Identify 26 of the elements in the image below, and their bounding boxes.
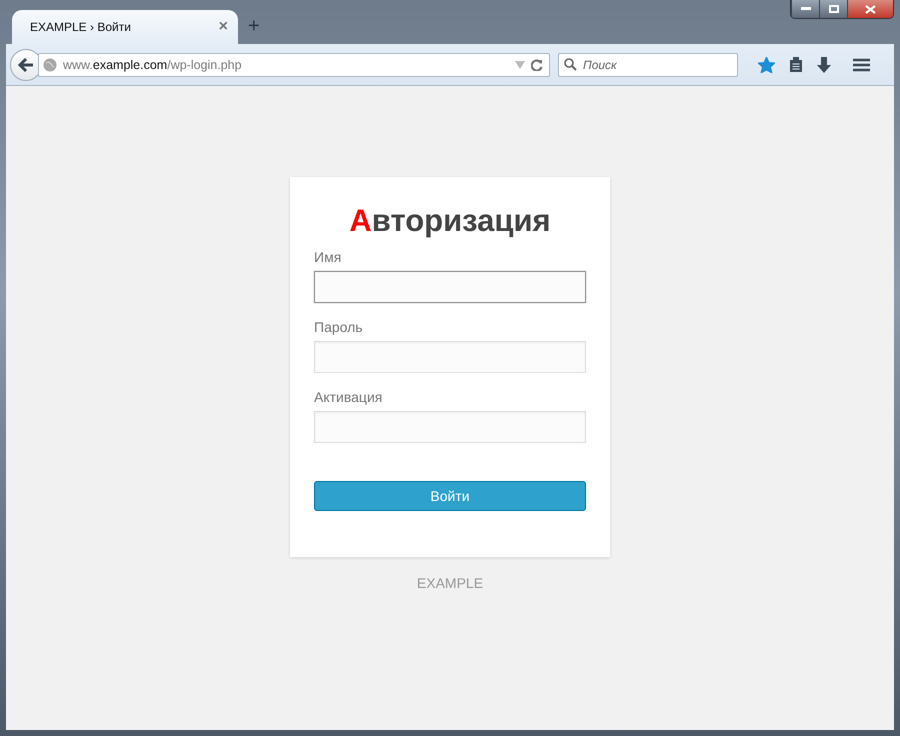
search-field[interactable]: Поиск: [558, 52, 738, 76]
back-arrow-icon: [18, 58, 34, 72]
minimize-icon: [800, 7, 810, 11]
login-title: Авторизация: [348, 203, 552, 239]
search-icon: [564, 58, 577, 70]
footer-text: EXAMPLE: [416, 575, 484, 591]
field-label: Активация: [314, 389, 384, 405]
minimize-button[interactable]: [791, 0, 819, 18]
browser-tab[interactable]: EXAMPLE › Войти ×: [12, 10, 238, 44]
field-label: Имя: [314, 249, 342, 265]
close-button[interactable]: [847, 0, 893, 18]
field-label: Пароль: [314, 319, 364, 335]
download-icon[interactable]: [817, 56, 831, 72]
globe-icon: [43, 58, 57, 72]
reload-icon[interactable]: [531, 58, 543, 70]
address-bar[interactable]: www.example.com/wp-login.php: [38, 52, 550, 76]
close-icon: [865, 4, 876, 14]
maximize-icon: [828, 5, 838, 13]
login-button[interactable]: Войти: [314, 481, 586, 511]
input-field[interactable]: [314, 271, 586, 303]
new-tab-button[interactable]: +: [248, 15, 260, 38]
close-tab-button[interactable]: ×: [218, 18, 228, 36]
star-icon[interactable]: [758, 56, 775, 72]
maximize-button[interactable]: [819, 0, 847, 18]
menu-icon[interactable]: [853, 58, 870, 72]
clipboard-icon[interactable]: [789, 56, 803, 72]
